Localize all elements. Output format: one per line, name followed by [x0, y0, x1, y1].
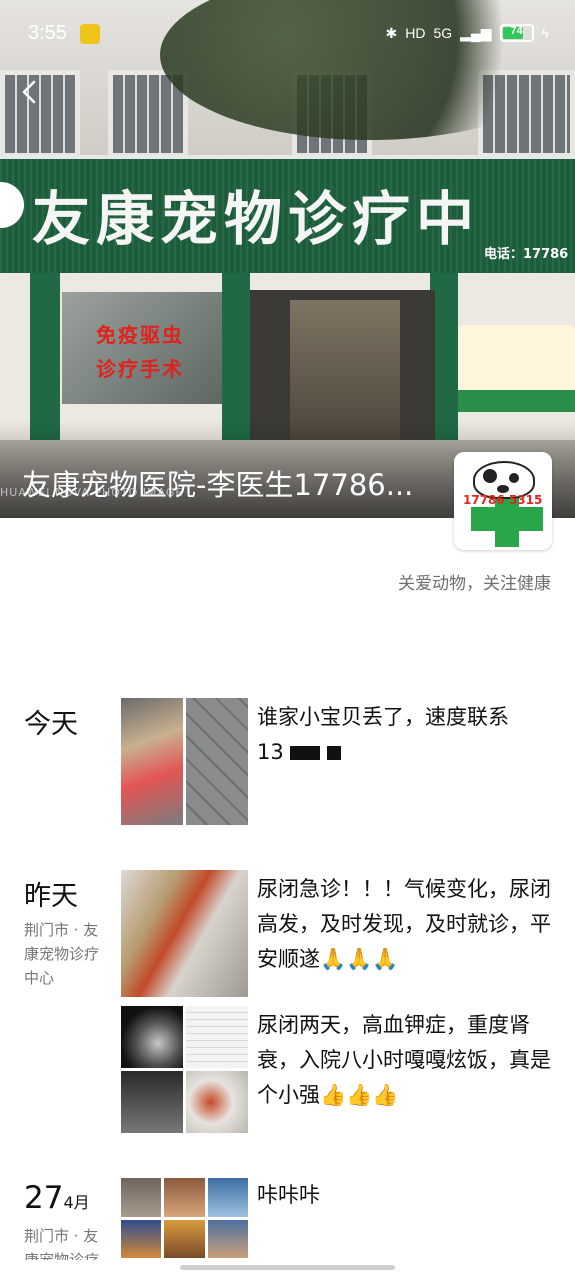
redaction: [327, 746, 342, 760]
post-text[interactable]: 尿闭两天，高血钾症，重度肾衰，入院八小时嘎嘎炫饭，真是个小强👍👍👍: [257, 1008, 557, 1113]
status-icons: ✱ HD 5G ▂▄▆ 74 ϟ: [385, 24, 549, 42]
window-text-line: 诊疗手术: [96, 357, 184, 381]
bluetooth-icon: ✱: [385, 24, 398, 41]
pet-poster-band: [458, 390, 575, 412]
photo-thumbnail[interactable]: [186, 698, 248, 825]
post-date-day: 27: [24, 1180, 64, 1216]
status-bar: 3:55 ✱ HD 5G ▂▄▆ 74 ϟ: [0, 0, 575, 70]
window-text-line: 免疫驱虫: [96, 323, 184, 347]
shop-interior: [290, 300, 400, 440]
hd-icon: HD: [405, 25, 426, 41]
avatar-phone: 17786 5315: [463, 493, 543, 507]
post-date: 昨天: [24, 881, 78, 912]
post-images[interactable]: [121, 698, 248, 825]
avatar-cross: [471, 507, 543, 531]
photo-thumbnail[interactable]: [121, 1178, 162, 1217]
post-date: 今天: [24, 709, 78, 740]
post-images[interactable]: [121, 1006, 248, 1133]
signal-icon: ▂▄▆: [460, 24, 492, 41]
photo-watermark: HUAWEI NOVA PHOTO IMAGE: [0, 486, 184, 499]
photo-thumbnail[interactable]: [164, 1178, 205, 1217]
post-text[interactable]: 咔咔咔: [257, 1178, 557, 1213]
home-indicator[interactable]: [180, 1265, 395, 1270]
photo-thumbnail[interactable]: [121, 1071, 183, 1133]
photo-thumbnail[interactable]: [121, 870, 248, 997]
photo-thumbnail[interactable]: [164, 1219, 205, 1258]
redaction: [290, 746, 321, 760]
photo-thumbnail[interactable]: [207, 1219, 248, 1258]
photo-thumbnail[interactable]: [121, 698, 183, 825]
shop-window-text: 免疫驱虫 诊疗手术: [96, 318, 184, 386]
back-button[interactable]: [18, 78, 42, 106]
battery-percent: 74: [510, 25, 523, 37]
photo-thumbnail[interactable]: [207, 1178, 248, 1217]
profile-signature: 关爱动物，关注健康: [398, 574, 551, 594]
post-text-line: 谁家小宝贝丢了，速度联系: [257, 705, 509, 729]
cover-photo[interactable]: 友康宠物诊疗中 电话：17786 免疫驱虫 诊疗手术: [0, 0, 575, 518]
post-date: 274月: [24, 1180, 90, 1216]
store-sign-text: 友康宠物诊疗中: [32, 185, 481, 253]
status-time: 3:55: [28, 22, 67, 44]
post-text[interactable]: 谁家小宝贝丢了，速度联系 13: [257, 700, 557, 770]
photo-thumbnail[interactable]: [186, 1006, 248, 1068]
post-text-fragment: 13: [257, 740, 284, 764]
post-date-month: 4月: [63, 1193, 90, 1212]
charging-icon: ϟ: [541, 25, 549, 41]
battery-icon: 74: [499, 24, 534, 42]
notification-app-icon: [80, 24, 100, 44]
post-location[interactable]: 荆门市 · 友康宠物诊疗中心: [24, 918, 112, 990]
photo-thumbnail[interactable]: [121, 1006, 183, 1068]
store-sign-phone: 电话：17786: [484, 247, 569, 262]
photo-thumbnail[interactable]: [186, 1071, 248, 1133]
avatar[interactable]: 17786 5315: [454, 452, 552, 550]
network-type: 5G: [433, 25, 453, 41]
photo-thumbnail[interactable]: [121, 1219, 162, 1258]
post-text[interactable]: 尿闭急诊！！！气候变化，尿闭高发，及时发现，及时就诊，平安顺遂🙏🙏🙏: [257, 872, 557, 977]
post-images[interactable]: [121, 870, 248, 997]
post-location[interactable]: 荆门市 · 友康宠物诊疗中心: [24, 1224, 112, 1260]
post-images[interactable]: [121, 1178, 248, 1258]
post-text-line: 13: [257, 735, 557, 770]
chevron-left-icon: [22, 80, 36, 104]
